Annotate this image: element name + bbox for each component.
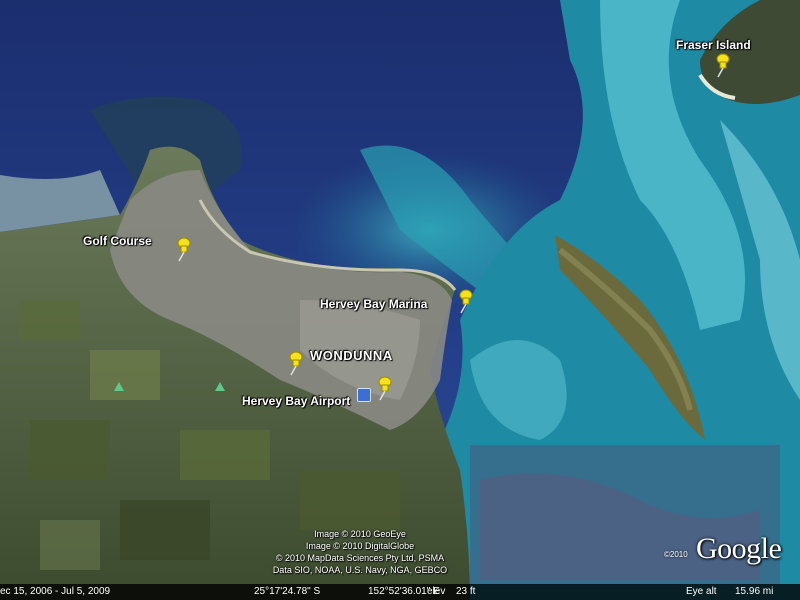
logo-copyright: ©2010	[664, 550, 688, 559]
latitude-readout: 25°17'24.78" S	[254, 586, 321, 597]
elevation-value: 23 ft	[456, 586, 476, 597]
placemark-label-fraser-island[interactable]: Fraser Island	[676, 38, 751, 52]
airport-icon[interactable]	[357, 388, 371, 402]
yellow-pushpin-icon[interactable]	[374, 375, 394, 401]
mountain-peak-icon[interactable]	[215, 382, 225, 391]
yellow-pushpin-icon[interactable]	[285, 350, 305, 376]
credit-line: Data SIO, NOAA, U.S. Navy, NGA, GEBCO	[272, 565, 448, 575]
mountain-peak-icon[interactable]	[114, 382, 124, 391]
imagery-date-range: ec 15, 2006 - Jul 5, 2009	[0, 586, 111, 597]
status-bar: ec 15, 2006 - Jul 5, 2009 25°17'24.78" S…	[0, 584, 800, 600]
yellow-pushpin-icon[interactable]	[712, 52, 732, 78]
place-label-wondunna: WONDUNNA	[310, 348, 393, 363]
elevation-label: elev	[427, 586, 446, 597]
credit-line: © 2010 MapData Sciences Pty Ltd, PSMA	[275, 553, 445, 563]
placemark-label-golf-course[interactable]: Golf Course	[83, 234, 152, 248]
eye-altitude-label: Eye alt	[686, 586, 717, 597]
placemark-label-hervey-bay-airport[interactable]: Hervey Bay Airport	[242, 394, 350, 408]
yellow-pushpin-icon[interactable]	[173, 236, 193, 262]
placemark-label-hervey-bay-marina[interactable]: Hervey Bay Marina	[320, 297, 427, 311]
imagery-credits: Image © 2010 GeoEye Image © 2010 Digital…	[245, 528, 475, 576]
credit-line: Image © 2010 GeoEye	[314, 529, 406, 539]
satellite-map-view[interactable]: Fraser Island Golf Course Hervey Bay Mar…	[0, 0, 800, 600]
eye-altitude-value: 15.96 mi	[735, 586, 774, 597]
credit-line: Image © 2010 DigitalGlobe	[305, 541, 415, 551]
logo-text: Google	[696, 532, 782, 565]
yellow-pushpin-icon[interactable]	[455, 288, 475, 314]
